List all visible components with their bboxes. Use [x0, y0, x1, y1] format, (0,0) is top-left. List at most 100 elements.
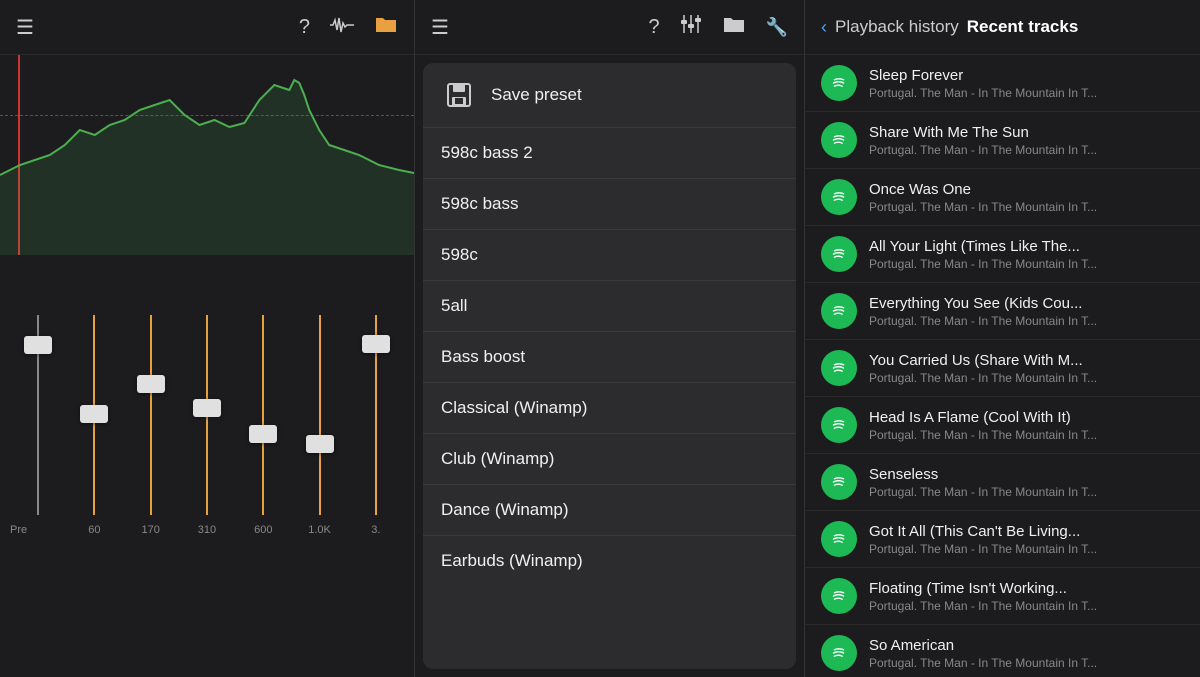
- track-info: So AmericanPortugal. The Man - In The Mo…: [869, 637, 1184, 670]
- track-title: Head Is A Flame (Cool With It): [869, 409, 1184, 426]
- presets-sliders-icon[interactable]: [680, 15, 702, 39]
- preset-item-5[interactable]: Classical (Winamp): [423, 383, 796, 434]
- track-item-4[interactable]: Everything You See (Kids Cou... Portugal.…: [805, 283, 1200, 340]
- slider-container: [0, 255, 414, 515]
- track-info: Everything You See (Kids Cou... Portugal.…: [869, 295, 1184, 328]
- slider-thumb-1khz[interactable]: [306, 435, 334, 453]
- preset-item-6[interactable]: Club (Winamp): [423, 434, 796, 485]
- save-preset-button[interactable]: Save preset: [423, 63, 796, 128]
- preset-item-4[interactable]: Bass boost: [423, 332, 796, 383]
- track-artist: Portugal. The Man - In The Mountain In T…: [869, 656, 1184, 670]
- track-item-0[interactable]: Sleep Forever Portugal. The Man - In The …: [805, 55, 1200, 112]
- slider-1khz[interactable]: [319, 315, 321, 515]
- spotify-icon: [821, 521, 857, 557]
- spotify-icon: [821, 122, 857, 158]
- track-item-5[interactable]: You Carried Us (Share With M...Portugal.…: [805, 340, 1200, 397]
- presets-help-icon[interactable]: ?: [648, 16, 659, 39]
- track-info: Share With Me The Sun Portugal. The Man -…: [869, 124, 1184, 157]
- track-item-6[interactable]: Head Is A Flame (Cool With It) Portugal. …: [805, 397, 1200, 454]
- slider-60hz[interactable]: [93, 315, 95, 515]
- track-title: Share With Me The Sun: [869, 124, 1184, 141]
- wrench-icon[interactable]: 🔧: [766, 17, 788, 38]
- presets-list: Save preset 598c bass 2 598c bass 598c 5…: [423, 63, 796, 669]
- spotify-icon: [821, 407, 857, 443]
- slider-thumb-60hz[interactable]: [80, 405, 108, 423]
- preset-item-2[interactable]: 598c: [423, 230, 796, 281]
- eq-labels: Pre 60 170 310 600 1.0K 3.: [0, 515, 414, 545]
- slider-thumb-pre[interactable]: [24, 336, 52, 354]
- track-item-1[interactable]: Share With Me The Sun Portugal. The Man -…: [805, 112, 1200, 169]
- history-header: ‹ Playback history Recent tracks: [805, 0, 1200, 55]
- folder-icon[interactable]: [374, 14, 398, 40]
- label-3khz: 3.: [348, 524, 404, 536]
- back-button[interactable]: ‹: [821, 17, 827, 38]
- save-preset-label: Save preset: [491, 85, 582, 105]
- slider-170hz[interactable]: [150, 315, 152, 515]
- track-title: Got It All (This Can't Be Living...: [869, 523, 1184, 540]
- track-title: Senseless: [869, 466, 1184, 483]
- eq-toolbar: ☰ ?: [0, 0, 414, 55]
- slider-thumb-170hz[interactable]: [137, 375, 165, 393]
- save-icon: [441, 77, 477, 113]
- track-list: Sleep Forever Portugal. The Man - In The …: [805, 55, 1200, 677]
- slider-thumb-600hz[interactable]: [249, 425, 277, 443]
- history-title-suffix: Recent tracks: [967, 17, 1079, 37]
- track-artist: Portugal. The Man - In The Mountain In T…: [869, 86, 1184, 100]
- slider-thumb-310hz[interactable]: [193, 399, 221, 417]
- track-title: Sleep Forever: [869, 67, 1184, 84]
- spotify-icon: [821, 179, 857, 215]
- eq-sliders-area: [0, 255, 414, 515]
- track-title: Everything You See (Kids Cou...: [869, 295, 1184, 312]
- label-pre: Pre: [10, 524, 66, 536]
- preset-item-8[interactable]: Earbuds (Winamp): [423, 536, 796, 586]
- spotify-icon: [821, 635, 857, 671]
- presets-folder-icon[interactable]: [722, 14, 746, 40]
- label-60hz: 60: [66, 524, 122, 536]
- track-artist: Portugal. The Man - In The Mountain In T…: [869, 143, 1184, 157]
- track-title: Floating (Time Isn't Working...: [869, 580, 1184, 597]
- track-item-8[interactable]: Got It All (This Can't Be Living... Portu…: [805, 511, 1200, 568]
- slider-310hz[interactable]: [206, 315, 208, 515]
- track-item-10[interactable]: So AmericanPortugal. The Man - In The Mo…: [805, 625, 1200, 677]
- waveform-icon[interactable]: [330, 16, 354, 39]
- track-artist: Portugal. The Man - In The Mountain In T…: [869, 428, 1184, 442]
- spotify-icon: [821, 236, 857, 272]
- track-title: You Carried Us (Share With M...: [869, 352, 1184, 369]
- history-panel: ‹ Playback history Recent tracks Sleep F…: [805, 0, 1200, 677]
- slider-600hz[interactable]: [262, 315, 264, 515]
- slider-pre[interactable]: [37, 315, 39, 515]
- help-icon[interactable]: ?: [299, 16, 310, 39]
- track-item-2[interactable]: Once Was OnePortugal. The Man - In The M…: [805, 169, 1200, 226]
- label-310hz: 310: [179, 524, 235, 536]
- presets-toolbar: ☰ ? 🔧: [415, 0, 804, 55]
- preset-item-1[interactable]: 598c bass: [423, 179, 796, 230]
- preset-item-0[interactable]: 598c bass 2: [423, 128, 796, 179]
- preset-item-3[interactable]: 5all: [423, 281, 796, 332]
- track-info: You Carried Us (Share With M...Portugal.…: [869, 352, 1184, 385]
- track-item-7[interactable]: Senseless Portugal. The Man - In The Moun…: [805, 454, 1200, 511]
- label-600hz: 600: [235, 524, 291, 536]
- track-artist: Portugal. The Man - In The Mountain In T…: [869, 200, 1184, 214]
- track-artist: Portugal. The Man - In The Mountain In T…: [869, 314, 1184, 328]
- presets-menu-icon[interactable]: ☰: [431, 15, 449, 40]
- track-artist: Portugal. The Man - In The Mountain In T…: [869, 485, 1184, 499]
- menu-icon[interactable]: ☰: [16, 15, 34, 40]
- track-info: Floating (Time Isn't Working... Portugal.…: [869, 580, 1184, 613]
- track-artist: Portugal. The Man - In The Mountain In T…: [869, 542, 1184, 556]
- track-item-3[interactable]: All Your Light (Times Like The... Portuga…: [805, 226, 1200, 283]
- slider-3khz[interactable]: [375, 315, 377, 515]
- presets-panel: ☰ ? 🔧: [415, 0, 805, 677]
- track-info: All Your Light (Times Like The... Portuga…: [869, 238, 1184, 271]
- eq-graph: [0, 55, 414, 255]
- label-1khz: 1.0K: [291, 524, 347, 536]
- track-artist: Portugal. The Man - In The Mountain In T…: [869, 599, 1184, 613]
- slider-thumb-3khz[interactable]: [362, 335, 390, 353]
- label-170hz: 170: [123, 524, 179, 536]
- history-title-prefix: Playback history: [835, 17, 959, 37]
- track-title: All Your Light (Times Like The...: [869, 238, 1184, 255]
- track-artist: Portugal. The Man - In The Mountain In T…: [869, 257, 1184, 271]
- track-item-9[interactable]: Floating (Time Isn't Working... Portugal.…: [805, 568, 1200, 625]
- spotify-icon: [821, 350, 857, 386]
- spotify-icon: [821, 65, 857, 101]
- preset-item-7[interactable]: Dance (Winamp): [423, 485, 796, 536]
